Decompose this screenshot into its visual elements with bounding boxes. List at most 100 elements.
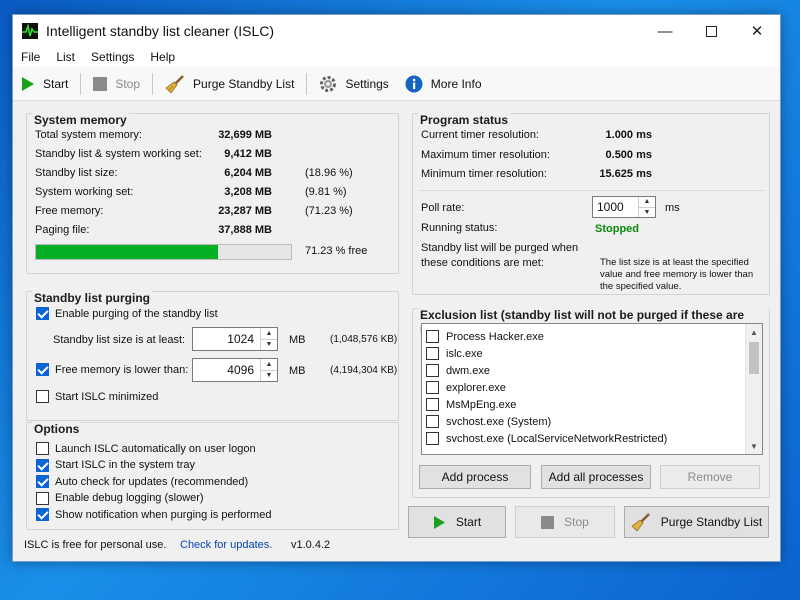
menu-list[interactable]: List (48, 50, 83, 64)
start-button-label: Start (455, 515, 482, 529)
toolbar-separator (152, 72, 154, 95)
toolbar-more-info-button[interactable]: More Info (397, 69, 490, 99)
toolbar-purge-button[interactable]: Purge Standby List (157, 69, 302, 99)
remove-button[interactable]: Remove (660, 465, 760, 489)
memory-row-percent: (18.96 %) (305, 167, 353, 179)
memory-row-value: 23,287 MB (218, 205, 272, 217)
toolbar-stop-label: Stop (115, 76, 141, 91)
menu-help[interactable]: Help (142, 50, 183, 64)
check-updates-link[interactable]: Check for updates. (180, 539, 272, 551)
scroll-down-icon[interactable]: ▼ (746, 438, 762, 454)
status-divider (419, 190, 765, 191)
timer-row-label: Minimum timer resolution: (421, 168, 547, 180)
free-percent-text: 71.23 % free (305, 245, 368, 257)
purge-standby-button[interactable]: Purge Standby List (624, 506, 769, 538)
option-box[interactable] (36, 458, 49, 472)
toolbar-stop-button[interactable]: Stop (85, 69, 148, 99)
option-box[interactable] (36, 442, 49, 455)
exclusion-item[interactable]: Process Hacker.exe (422, 328, 762, 345)
exclusion-item[interactable]: MsMpEng.exe (422, 396, 762, 413)
option-box[interactable] (36, 475, 49, 488)
exclusion-list-group: Exclusion list (standby list will not be… (412, 308, 770, 498)
free-memory-progress-fill (36, 245, 218, 259)
exclusion-item-box[interactable] (426, 347, 439, 360)
poll-rate-value[interactable]: 1000 (593, 197, 638, 217)
title-bar: Intelligent standby list cleaner (ISLC) … (13, 15, 780, 47)
free-kb: (4,194,304 KB) (330, 365, 398, 376)
free-memory-box[interactable] (36, 363, 49, 376)
exclusion-item-box[interactable] (426, 364, 439, 377)
stepper-down-icon[interactable]: ▼ (639, 208, 655, 218)
exclusion-item-box[interactable] (426, 330, 439, 343)
free-threshold-value[interactable]: 4096 (193, 359, 260, 381)
exclusion-item[interactable]: dwm.exe (422, 362, 762, 379)
toolbar-separator (306, 72, 308, 95)
exclusion-item-box[interactable] (426, 415, 439, 428)
stop-button[interactable]: Stop (515, 506, 615, 538)
toolbar-start-button[interactable]: Start (13, 69, 76, 99)
timer-row-value: 15.625 ms (599, 168, 652, 180)
exclusion-item-box[interactable] (426, 398, 439, 411)
size-threshold-value[interactable]: 1024 (193, 328, 260, 350)
options-group: Options Launch ISLC automatically on use… (26, 422, 399, 530)
menu-settings[interactable]: Settings (83, 50, 142, 64)
exclusion-item-box[interactable] (426, 432, 439, 445)
gear-icon (319, 75, 337, 93)
exclusion-item[interactable]: islc.exe (422, 345, 762, 362)
option-label: Show notification when purging is perfor… (55, 508, 272, 521)
options-title: Options (32, 422, 82, 436)
minimize-button[interactable]: — (642, 15, 688, 47)
purge-standby-label: Purge Standby List (660, 515, 763, 529)
add-all-processes-button[interactable]: Add all processes (541, 465, 651, 489)
scroll-up-icon[interactable]: ▲ (746, 324, 762, 340)
scroll-thumb[interactable] (749, 342, 759, 374)
exclusion-items: Process Hacker.exe islc.exe dwm.exe explore… (422, 324, 762, 447)
option-checkbox[interactable]: Launch ISLC automatically on user logon (36, 442, 256, 455)
app-window: Intelligent standby list cleaner (ISLC) … (12, 14, 781, 562)
standby-purging-group: Standby list purging Enable purging of t… (26, 291, 399, 421)
start-button[interactable]: Start (408, 506, 506, 538)
memory-row-label: Standby list size: (35, 167, 118, 179)
memory-row-value: 9,412 MB (224, 148, 272, 160)
option-checkbox[interactable]: Auto check for updates (recommended) (36, 475, 248, 488)
exclusion-item-box[interactable] (426, 381, 439, 394)
stepper-up-icon[interactable]: ▲ (261, 359, 277, 371)
toolbar: Start Stop Purge Standby List Settings M… (13, 67, 780, 101)
exclusion-item[interactable]: explorer.exe (422, 379, 762, 396)
exclusion-scrollbar[interactable]: ▲ ▼ (745, 324, 762, 454)
toolbar-settings-button[interactable]: Settings (311, 69, 396, 99)
free-threshold-stepper[interactable]: 4096 ▲ ▼ (192, 358, 278, 382)
option-box[interactable] (36, 508, 49, 521)
menu-file[interactable]: File (13, 50, 48, 64)
timer-row-label: Current timer resolution: (421, 129, 539, 141)
maximize-button[interactable] (688, 15, 734, 47)
free-memory-label: Free memory is lower than: (55, 363, 189, 376)
stepper-up-icon[interactable]: ▲ (261, 328, 277, 340)
start-minimized-checkbox[interactable]: Start ISLC minimized (36, 390, 158, 403)
close-button[interactable]: ✕ (734, 15, 780, 47)
option-checkbox[interactable]: Start ISLC in the system tray (36, 458, 195, 472)
menu-bar: File List Settings Help (13, 47, 780, 67)
size-threshold-stepper[interactable]: 1024 ▲ ▼ (192, 327, 278, 351)
exclusion-item-label: islc.exe (446, 347, 483, 360)
start-minimized-box[interactable] (36, 390, 49, 403)
poll-rate-stepper[interactable]: 1000 ▲ ▼ (592, 196, 656, 218)
option-checkbox[interactable]: Show notification when purging is perfor… (36, 508, 271, 521)
stop-button-label: Stop (564, 515, 589, 529)
stepper-up-icon[interactable]: ▲ (639, 197, 655, 208)
option-box[interactable] (36, 491, 49, 505)
memory-row-label: Paging file: (35, 224, 90, 236)
enable-purging-box[interactable] (36, 307, 49, 320)
toolbar-more-info-label: More Info (430, 76, 482, 91)
add-process-button[interactable]: Add process (419, 465, 531, 489)
purge-condition-text: The list size is at least the specified … (600, 257, 754, 292)
option-checkbox[interactable]: Enable debug logging (slower) (36, 491, 204, 505)
exclusion-item[interactable]: svchost.exe (LocalServiceNetworkRestrict… (422, 430, 762, 447)
free-memory-checkbox[interactable]: Free memory is lower than: (36, 363, 188, 376)
exclusion-item[interactable]: svchost.exe (System) (422, 413, 762, 430)
stepper-down-icon[interactable]: ▼ (261, 340, 277, 351)
enable-purging-checkbox[interactable]: Enable purging of the standby list (36, 307, 218, 320)
program-status-title: Program status (418, 113, 511, 127)
stepper-down-icon[interactable]: ▼ (261, 371, 277, 382)
exclusion-listbox[interactable]: Process Hacker.exe islc.exe dwm.exe explore… (421, 323, 763, 455)
